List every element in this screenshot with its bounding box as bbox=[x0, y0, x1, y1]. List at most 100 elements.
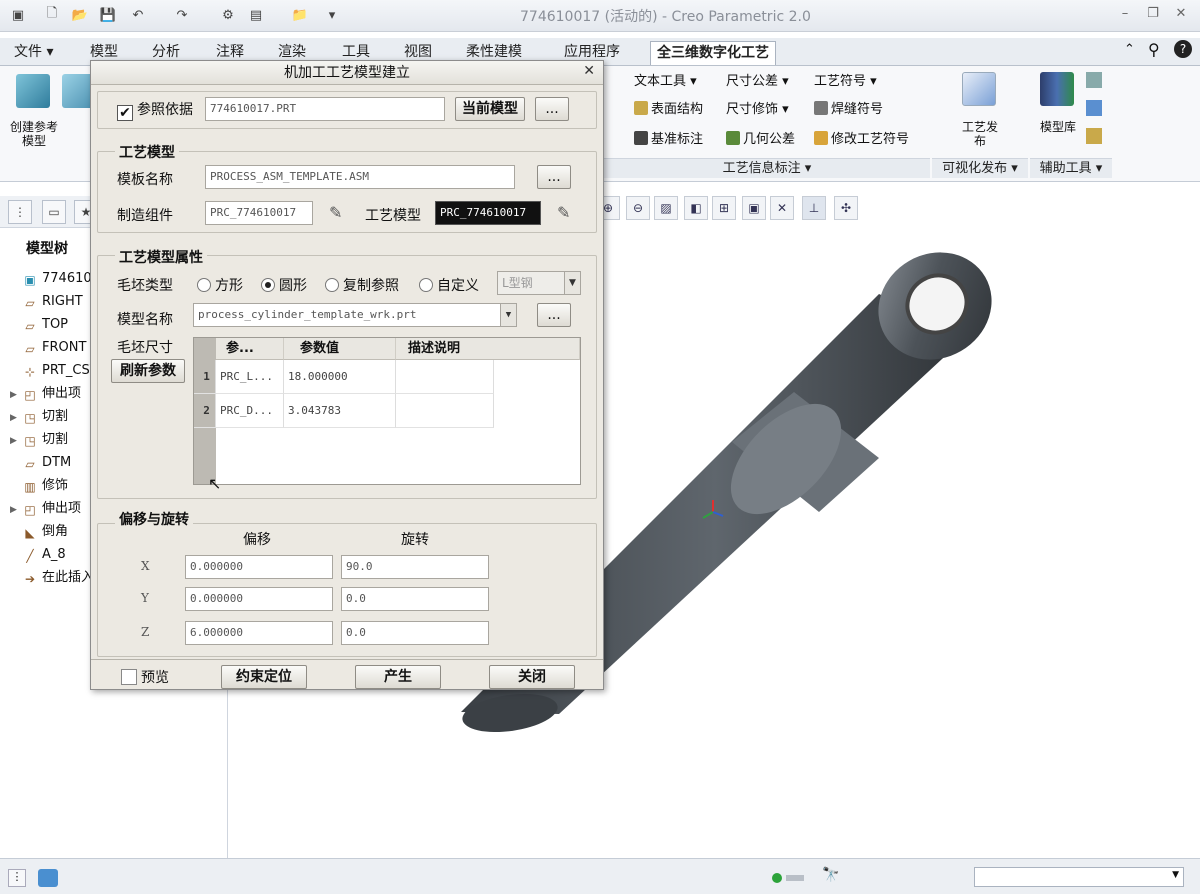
selection-filter[interactable]: ▼ bbox=[974, 867, 1184, 887]
param-name-header[interactable]: 参... bbox=[216, 338, 284, 360]
param-desc-cell[interactable] bbox=[396, 394, 494, 428]
process-model-field[interactable]: PRC_774610017 bbox=[435, 201, 541, 225]
preview-check-icon[interactable] bbox=[121, 669, 137, 685]
model-tree-tab-icon[interactable]: ⋮ bbox=[8, 200, 32, 224]
expand-arrow-icon[interactable]: ▶ bbox=[10, 407, 22, 429]
folder-browser-tab-icon[interactable]: ▭ bbox=[42, 200, 66, 224]
spin-center-icon[interactable]: ✣ bbox=[834, 196, 858, 220]
z-offset-field[interactable]: 6.000000 bbox=[185, 621, 333, 645]
open-folder-icon[interactable]: 📂 bbox=[70, 5, 90, 25]
template-field[interactable]: PROCESS_ASM_TEMPLATE.ASM bbox=[205, 165, 515, 189]
display-style-icon[interactable]: ◧ bbox=[684, 196, 708, 220]
datum-annotation-button[interactable]: 基准标注 bbox=[634, 128, 703, 147]
dimension-tolerance-button[interactable]: 尺寸公差 ▾ bbox=[726, 70, 789, 89]
ref-basis-checkbox[interactable]: ✔ 参照依据 bbox=[117, 99, 193, 121]
close-window-button[interactable]: ✕ bbox=[1170, 6, 1192, 24]
weld-symbol-button[interactable]: 焊缝符号 bbox=[814, 98, 883, 117]
dimension-decoration-button[interactable]: 尺寸修饰 ▾ bbox=[726, 98, 789, 117]
folder-icon[interactable]: 📁 bbox=[290, 5, 310, 25]
x-offset-field[interactable]: 0.000000 bbox=[185, 555, 333, 579]
tree-item[interactable]: ▱ DTM bbox=[10, 452, 71, 474]
tab-file[interactable]: 文件 ▾ bbox=[8, 41, 59, 65]
undo-icon[interactable]: ↶ bbox=[128, 5, 148, 25]
table-row[interactable]: 1 PRC_L... 18.000000 bbox=[194, 360, 580, 394]
collapse-ribbon-icon[interactable]: ⌃ bbox=[1124, 42, 1135, 57]
radio-selected-icon[interactable] bbox=[261, 278, 275, 292]
tree-item[interactable]: ▶ ◰ 伸出项 bbox=[10, 498, 81, 520]
model-library-label[interactable]: 模型库 bbox=[1040, 120, 1076, 134]
tree-item[interactable]: ▶ ◳ 切割 bbox=[10, 406, 68, 428]
refresh-params-button[interactable]: 刷新参数 bbox=[111, 359, 185, 383]
radio-icon[interactable] bbox=[325, 278, 339, 292]
tree-item[interactable]: ▥ 修饰 bbox=[10, 475, 68, 497]
publish-group-label[interactable]: 可视化发布 ▾ bbox=[932, 158, 1028, 178]
edit-mfg-icon[interactable]: ✎ bbox=[329, 203, 342, 222]
blank-type-custom-radio[interactable]: 自定义 bbox=[419, 275, 479, 295]
mfg-assembly-field[interactable]: PRC_774610017 bbox=[205, 201, 313, 225]
param-name-cell[interactable]: PRC_D... bbox=[216, 394, 284, 428]
aux-tool-2-icon[interactable] bbox=[1086, 100, 1102, 116]
x-rotate-field[interactable]: 90.0 bbox=[341, 555, 489, 579]
aux-tool-1-icon[interactable] bbox=[1086, 72, 1102, 88]
radio-icon[interactable] bbox=[197, 278, 211, 292]
tree-item[interactable]: ▶ ◳ 切割 bbox=[10, 429, 68, 451]
zoom-out-icon[interactable]: ⊖ bbox=[626, 196, 650, 220]
aux-group-label[interactable]: 辅助工具 ▾ bbox=[1030, 158, 1112, 178]
ref-basis-field[interactable]: 774610017.PRT bbox=[205, 97, 445, 121]
redo-icon[interactable]: ↷ bbox=[172, 5, 192, 25]
datum-display-icon[interactable]: ✕ bbox=[770, 196, 794, 220]
model-name-browse-button[interactable]: ... bbox=[537, 303, 571, 327]
new-file-icon[interactable]: 🗋 bbox=[42, 5, 62, 25]
find-icon[interactable]: 🔭 bbox=[820, 867, 842, 887]
blank-type-copy-ref-radio[interactable]: 复制参照 bbox=[325, 275, 399, 295]
process-symbol-button[interactable]: 工艺符号 ▾ bbox=[814, 70, 877, 89]
param-value-cell[interactable]: 18.000000 bbox=[284, 360, 396, 394]
customize-icon[interactable]: ▾ bbox=[322, 5, 342, 25]
csys-display-icon[interactable]: ⊥ bbox=[802, 196, 826, 220]
close-button[interactable]: 关闭 bbox=[489, 665, 575, 689]
dialog-close-icon[interactable]: ✕ bbox=[583, 63, 595, 79]
search-icon[interactable]: ⚲ bbox=[1148, 40, 1160, 59]
saved-orientations-icon[interactable]: ⊞ bbox=[712, 196, 736, 220]
maximize-button[interactable]: ❐ bbox=[1142, 6, 1164, 24]
param-value-header[interactable]: 参数值 bbox=[284, 338, 396, 360]
param-value-cell[interactable]: 3.043783 bbox=[284, 394, 396, 428]
help-icon[interactable]: ? bbox=[1174, 40, 1192, 58]
tree-item[interactable]: ▱ FRONT bbox=[10, 337, 86, 359]
tab-3d-digital-process[interactable]: 全三维数字化工艺 bbox=[650, 41, 776, 65]
expand-arrow-icon[interactable]: ▶ bbox=[10, 384, 22, 406]
blank-type-square-radio[interactable]: 方形 bbox=[197, 275, 243, 295]
preview-checkbox[interactable]: 预览 bbox=[121, 667, 169, 687]
info-group-label[interactable]: 工艺信息标注 ▾ bbox=[604, 158, 930, 178]
view-manager-icon[interactable]: ▣ bbox=[742, 196, 766, 220]
constrain-position-button[interactable]: 约束定位 bbox=[221, 665, 307, 689]
create-reference-model-label[interactable]: 创建参考模型 bbox=[10, 120, 58, 148]
minimize-button[interactable]: – bbox=[1114, 6, 1136, 24]
aux-tool-3-icon[interactable] bbox=[1086, 128, 1102, 144]
text-tool-button[interactable]: 文本工具 ▾ bbox=[634, 70, 697, 89]
tree-item[interactable]: ▶ ◰ 伸出项 bbox=[10, 383, 81, 405]
create-reference-model-icon[interactable] bbox=[16, 74, 50, 108]
process-publish-icon[interactable] bbox=[962, 72, 996, 106]
radio-icon[interactable] bbox=[419, 278, 433, 292]
tree-item[interactable]: ➔ 在此插入 bbox=[10, 567, 94, 589]
custom-type-select[interactable]: L型钢 ▼ bbox=[497, 271, 581, 295]
expand-arrow-icon[interactable]: ▶ bbox=[10, 499, 22, 521]
process-publish-label[interactable]: 工艺发布 bbox=[962, 120, 998, 148]
template-browse-button[interactable]: ... bbox=[537, 165, 571, 189]
tree-item[interactable]: ▱ RIGHT bbox=[10, 291, 82, 313]
expand-arrow-icon[interactable]: ▶ bbox=[10, 430, 22, 452]
tree-item[interactable]: ▱ TOP bbox=[10, 314, 68, 336]
ref-basis-check-icon[interactable]: ✔ bbox=[117, 105, 133, 121]
generate-button[interactable]: 产生 bbox=[355, 665, 441, 689]
y-offset-field[interactable]: 0.000000 bbox=[185, 587, 333, 611]
surface-structure-button[interactable]: 表面结构 bbox=[634, 98, 703, 117]
z-rotate-field[interactable]: 0.0 bbox=[341, 621, 489, 645]
current-model-button[interactable]: 当前模型 bbox=[455, 97, 525, 121]
edit-process-model-icon[interactable]: ✎ bbox=[557, 203, 570, 222]
tree-toggle-icon[interactable]: ⋮ bbox=[8, 869, 26, 887]
repaint-icon[interactable]: ▨ bbox=[654, 196, 678, 220]
tree-item[interactable]: ╱ A_8 bbox=[10, 544, 65, 566]
blank-type-round-radio[interactable]: 圆形 bbox=[261, 275, 307, 295]
model-name-select[interactable]: process_cylinder_template_wrk.prt ▼ bbox=[193, 303, 517, 327]
